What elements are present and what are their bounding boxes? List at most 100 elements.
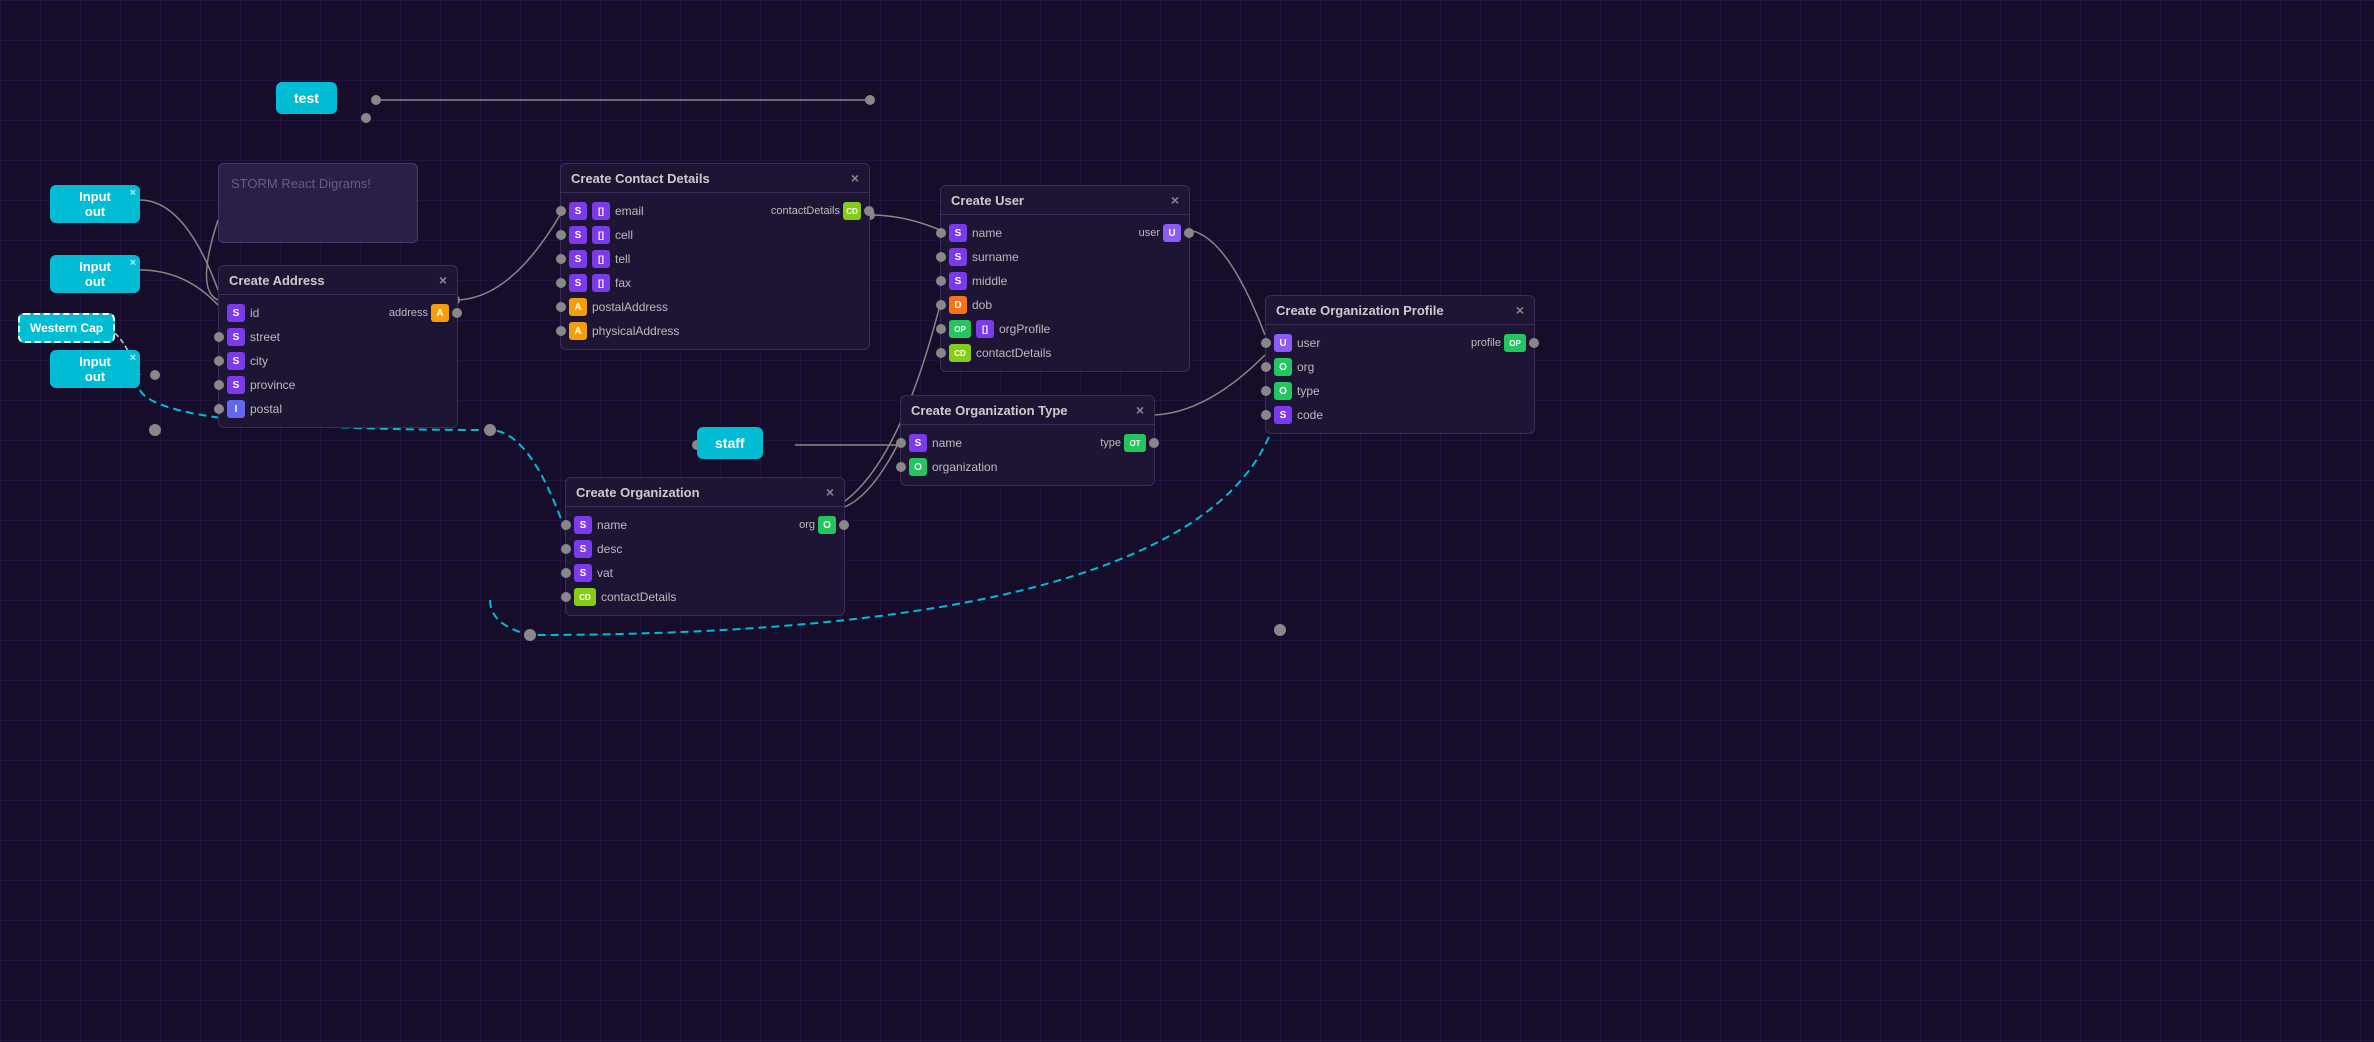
field-id: id — [250, 306, 259, 320]
badge-s-cell: S — [569, 226, 587, 244]
create-org-profile-node[interactable]: Create Organization Profile × U user pro… — [1265, 295, 1535, 434]
contact-row-cell: S [] cell — [561, 223, 869, 247]
storm-text: STORM React Digrams! — [231, 176, 371, 191]
badge-o-orgprofile-type: O — [1274, 382, 1292, 400]
create-contact-header: Create Contact Details × — [561, 164, 869, 193]
badge-s-email: S — [569, 202, 587, 220]
output-profile: profile OP — [1471, 334, 1526, 352]
port-right-orgtype — [1149, 438, 1159, 448]
create-user-close[interactable]: × — [1171, 192, 1179, 208]
field-org-name: name — [597, 518, 627, 532]
create-contact-node[interactable]: Create Contact Details × S [] email cont… — [560, 163, 870, 350]
field-postaladdress: postalAddress — [592, 300, 668, 314]
port-left-tell — [556, 254, 566, 264]
flow-canvas[interactable]: test staff Western Cap STORM React Digra… — [0, 0, 2374, 1042]
output-contactdetails: contactDetails CD — [771, 202, 861, 220]
input1-close-icon[interactable]: × — [130, 187, 136, 199]
storm-text-node: STORM React Digrams! — [218, 163, 418, 243]
input2-out-label: out — [85, 274, 105, 289]
port-left-city — [214, 356, 224, 366]
badge-cd: CD — [843, 202, 861, 220]
port-left-fax — [556, 278, 566, 288]
user-row-contactdetails: CD contactDetails — [941, 341, 1189, 365]
badge-bracket-orgprofile: [] — [976, 320, 994, 338]
user-row-name: S name user U — [941, 221, 1189, 245]
orgprofile-row-user: U user profile OP — [1266, 331, 1534, 355]
badge-s-org-name: S — [574, 516, 592, 534]
field-orgprofile-type: type — [1297, 384, 1320, 398]
input3-close-icon[interactable]: × — [130, 352, 136, 364]
orgprofile-row-org: O org — [1266, 355, 1534, 379]
input2-close-icon[interactable]: × — [130, 257, 136, 269]
badge-o-orgprofile-org: O — [1274, 358, 1292, 376]
field-orgprofile-org: org — [1297, 360, 1314, 374]
field-cell: cell — [615, 228, 633, 242]
badge-op-profile: OP — [1504, 334, 1526, 352]
create-org-close[interactable]: × — [826, 484, 834, 500]
badge-cd-org: CD — [574, 588, 596, 606]
staff-pill-node[interactable]: staff — [697, 427, 763, 459]
test-pill-node[interactable]: test — [276, 82, 337, 114]
port-left-orgprofile-org — [1261, 362, 1271, 372]
input-node-2[interactable]: × Input out — [50, 255, 140, 293]
badge-o-org: O — [818, 516, 836, 534]
org-row-contactdetails: CD contactDetails — [566, 585, 844, 609]
badge-a-postal: A — [569, 298, 587, 316]
create-contact-body: S [] email contactDetails CD S [] cell S… — [561, 193, 869, 349]
create-user-body: S name user U S surname S middle D — [941, 215, 1189, 371]
create-org-profile-close[interactable]: × — [1516, 302, 1524, 318]
badge-s-city: S — [227, 352, 245, 370]
badge-op-org: OP — [949, 320, 971, 338]
create-contact-close[interactable]: × — [851, 170, 859, 186]
port-left-org-vat — [561, 568, 571, 578]
port-left-orgprofile-type — [1261, 386, 1271, 396]
field-physicaladdress: physicalAddress — [592, 324, 679, 338]
western-cap-node[interactable]: Western Cap — [18, 313, 115, 343]
badge-s-orgprofile-code: S — [1274, 406, 1292, 424]
create-org-profile-title: Create Organization Profile — [1276, 303, 1444, 318]
connections-layer — [0, 0, 2374, 1042]
field-org-vat: vat — [597, 566, 613, 580]
badge-s-middle: S — [949, 272, 967, 290]
badge-u: U — [1163, 224, 1181, 242]
input-node-1[interactable]: × Input out — [50, 185, 140, 223]
create-org-type-title: Create Organization Type — [911, 403, 1068, 418]
badge-u-orgprofile: U — [1274, 334, 1292, 352]
create-org-title: Create Organization — [576, 485, 700, 500]
create-user-header: Create User × — [941, 186, 1189, 215]
port-left-name — [936, 228, 946, 238]
create-org-type-node[interactable]: Create Organization Type × S name type O… — [900, 395, 1155, 486]
port-left-org-contact — [561, 592, 571, 602]
field-orgprofile: orgProfile — [999, 322, 1050, 336]
create-address-node[interactable]: Create Address × S id address A S street — [218, 265, 458, 428]
field-province: province — [250, 378, 295, 392]
create-user-node[interactable]: Create User × S name user U S surname — [940, 185, 1190, 372]
port-left-surname — [936, 252, 946, 262]
badge-ot: OT — [1124, 434, 1146, 452]
port-left-contactdetails-user — [936, 348, 946, 358]
port-right-org — [839, 520, 849, 530]
port-left-cell — [556, 230, 566, 240]
orgtype-row-name: S name type OT — [901, 431, 1154, 455]
field-street: street — [250, 330, 280, 344]
create-address-close[interactable]: × — [439, 272, 447, 288]
create-org-type-close[interactable]: × — [1136, 402, 1144, 418]
user-row-middle: S middle — [941, 269, 1189, 293]
input-node-3[interactable]: × Input out — [50, 350, 140, 388]
org-row-desc: S desc — [566, 537, 844, 561]
badge-s-id: S — [227, 304, 245, 322]
field-orgtype-name: name — [932, 436, 962, 450]
create-address-title: Create Address — [229, 273, 325, 288]
badge-cd-user: CD — [949, 344, 971, 362]
field-fax: fax — [615, 276, 631, 290]
field-orgtype-organization: organization — [932, 460, 997, 474]
address-row-id: S id address A — [219, 301, 457, 325]
field-org-contactdetails: contactDetails — [601, 590, 676, 604]
input1-out-label: out — [85, 204, 105, 219]
field-dob: dob — [972, 298, 992, 312]
port-right-orgprofile — [1529, 338, 1539, 348]
create-org-node[interactable]: Create Organization × S name org O S des… — [565, 477, 845, 616]
field-org-desc: desc — [597, 542, 622, 556]
contact-row-tell: S [] tell — [561, 247, 869, 271]
badge-a-physical: A — [569, 322, 587, 340]
